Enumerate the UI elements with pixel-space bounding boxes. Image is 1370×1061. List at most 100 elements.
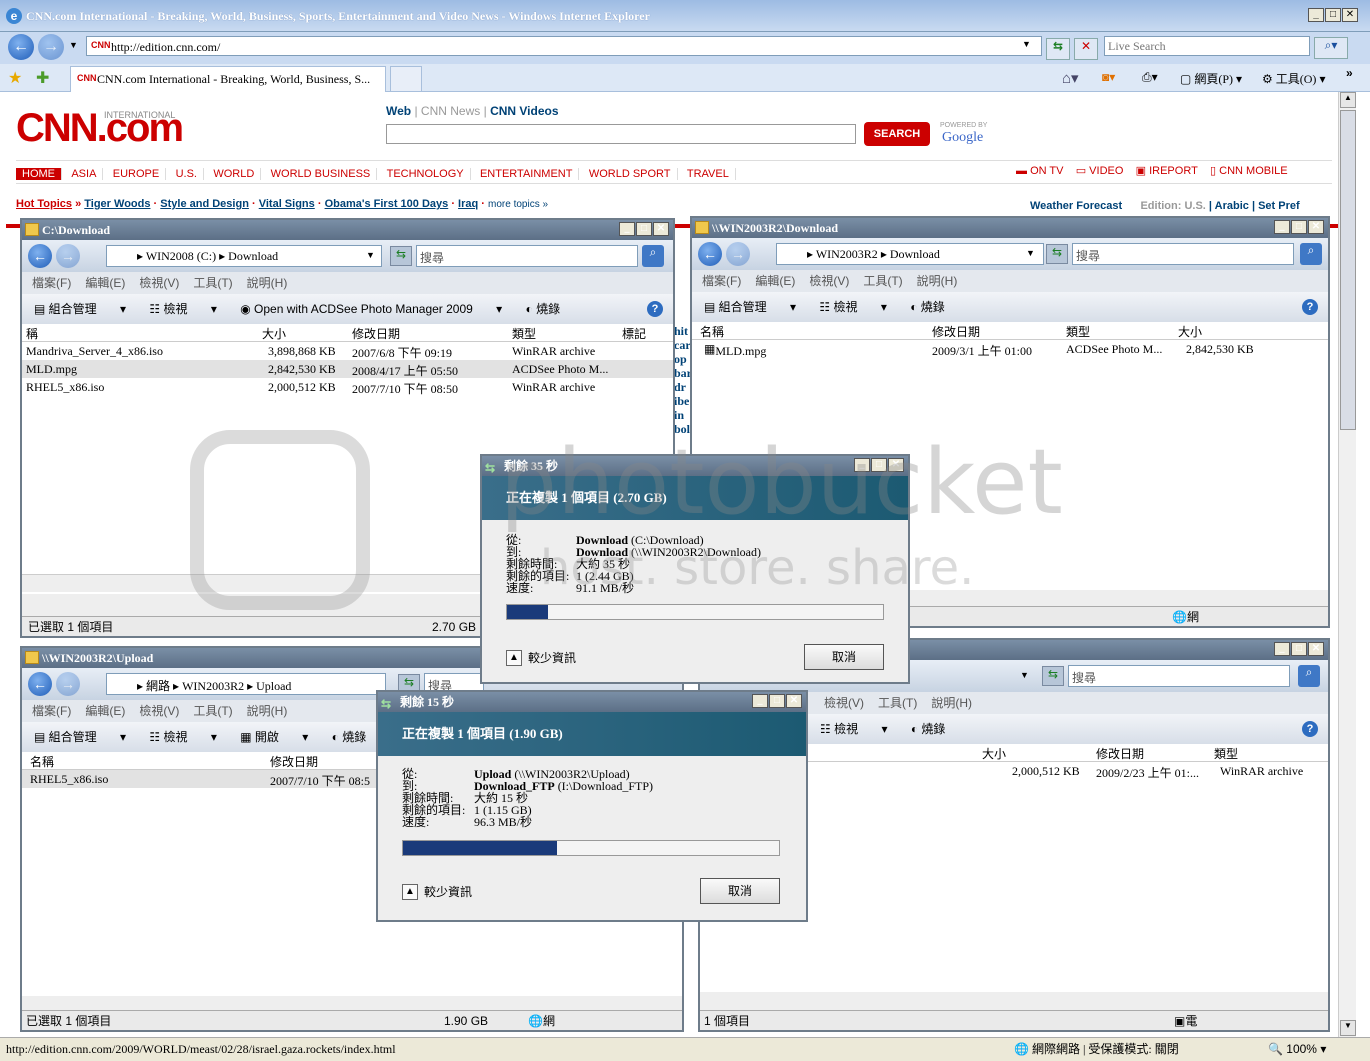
- maximize-button[interactable]: □: [871, 458, 887, 472]
- menu-view[interactable]: 檢視(V): [139, 704, 179, 718]
- back-button[interactable]: ←: [28, 244, 52, 268]
- menu-view[interactable]: 檢視(V): [809, 274, 849, 288]
- edition-link[interactable]: Edition: U.S.: [1140, 200, 1205, 212]
- zoom-control[interactable]: 🔍 100% ▾: [1268, 1038, 1326, 1060]
- menu-view[interactable]: 檢視(V): [139, 276, 179, 290]
- maximize-button[interactable]: □: [1325, 8, 1341, 22]
- live-search-input[interactable]: Live Search: [1104, 36, 1310, 56]
- minimize-button[interactable]: _: [1308, 8, 1324, 22]
- topic-link[interactable]: Style and Design: [160, 198, 249, 210]
- zone-indicator[interactable]: 🌐 網際網路 | 受保護模式: 關閉: [1014, 1038, 1179, 1060]
- menu-help[interactable]: 說明(H): [931, 696, 972, 710]
- minimize-button[interactable]: _: [1274, 220, 1290, 234]
- new-tab-button[interactable]: [390, 66, 422, 92]
- back-button[interactable]: ←: [698, 242, 722, 266]
- nav-on-tv[interactable]: ▬ ON TV: [1016, 165, 1063, 177]
- table-row[interactable]: RHEL5_x86.iso 2,000,512 KB 2007/7/10 下午 08…: [22, 378, 673, 396]
- forward-button[interactable]: →: [726, 242, 750, 266]
- address-bar[interactable]: CNN http://edition.cnn.com/: [86, 36, 1042, 56]
- breadcrumb[interactable]: ▸ 網路 ▸ WIN2003R2 ▸ Upload: [106, 673, 386, 695]
- topic-link[interactable]: Tiger Woods: [84, 198, 150, 210]
- maximize-button[interactable]: □: [1291, 220, 1307, 234]
- col-size[interactable]: 大小: [982, 745, 1006, 762]
- search-tab-web[interactable]: Web: [386, 104, 411, 118]
- cnn-search-button[interactable]: SEARCH: [864, 122, 930, 146]
- maximize-button[interactable]: □: [1291, 642, 1307, 656]
- col-date[interactable]: 修改日期: [270, 753, 318, 770]
- col-date[interactable]: 修改日期: [1096, 745, 1144, 762]
- cancel-button[interactable]: 取消: [700, 878, 780, 904]
- chevron-down-icon[interactable]: ▼: [1026, 248, 1035, 258]
- dialog-title-bar[interactable]: ⇆ 剩餘 35 秒 _ □ ✕: [482, 456, 908, 476]
- organize-button[interactable]: ▤ 組合管理 ▾: [704, 300, 796, 314]
- views-button[interactable]: ☷ 檢視 ▾: [149, 302, 216, 316]
- refresh-icon[interactable]: ⇆: [1046, 244, 1068, 264]
- table-row[interactable]: ▦ MLD.mpg 2009/3/1 上午 01:00 ACDSee Photo M…: [692, 340, 1328, 358]
- menu-view[interactable]: 檢視(V): [824, 696, 864, 710]
- menu-tools[interactable]: 工具(T): [878, 696, 917, 710]
- help-icon[interactable]: ?: [647, 301, 663, 317]
- less-info-toggle[interactable]: 較少資訊: [424, 886, 472, 898]
- menu-edit[interactable]: 編輯(E): [85, 276, 125, 290]
- help-icon[interactable]: ?: [1302, 299, 1318, 315]
- burn-button[interactable]: ◐ 燒錄: [911, 722, 966, 736]
- more-topics-link[interactable]: more topics »: [488, 199, 548, 210]
- nav-video[interactable]: ▭ VIDEO: [1076, 165, 1124, 177]
- menu-help[interactable]: 說明(H): [247, 704, 288, 718]
- topic-link[interactable]: Iraq: [458, 198, 478, 210]
- back-button[interactable]: ←: [28, 672, 52, 696]
- col-date[interactable]: 修改日期: [352, 325, 400, 342]
- window-title-bar[interactable]: \\WIN2003R2\Download _ □ ✕: [692, 218, 1328, 238]
- menu-edit[interactable]: 編輯(E): [85, 704, 125, 718]
- nav-technology[interactable]: TECHNOLOGY: [380, 168, 471, 180]
- cancel-button[interactable]: 取消: [804, 644, 884, 670]
- nav-world-business[interactable]: WORLD BUSINESS: [264, 168, 378, 180]
- nav-us[interactable]: U.S.: [169, 168, 204, 180]
- col-date[interactable]: 修改日期: [932, 323, 980, 340]
- less-info-toggle[interactable]: 較少資訊: [528, 652, 576, 664]
- maximize-button[interactable]: □: [636, 222, 652, 236]
- breadcrumb[interactable]: ▸ WIN2003R2 ▸ Download: [776, 243, 1044, 265]
- search-icon[interactable]: ⌕: [1300, 243, 1322, 265]
- nav-ireport[interactable]: ▣ IREPORT: [1136, 165, 1198, 177]
- forward-button[interactable]: →: [38, 34, 64, 60]
- address-dropdown-icon[interactable]: ▼: [1022, 39, 1031, 49]
- print-icon[interactable]: ⎙▾: [1142, 70, 1158, 85]
- nav-entertainment[interactable]: ENTERTAINMENT: [473, 168, 580, 180]
- menu-tools[interactable]: 工具(T): [193, 704, 232, 718]
- menu-edit[interactable]: 編輯(E): [755, 274, 795, 288]
- nav-world-sport[interactable]: WORLD SPORT: [582, 168, 678, 180]
- home-icon[interactable]: ⌂▾: [1062, 69, 1079, 87]
- nav-world[interactable]: WORLD: [207, 168, 262, 180]
- menu-file[interactable]: 檔案(F): [32, 704, 71, 718]
- topic-link[interactable]: Obama's First 100 Days: [325, 198, 449, 210]
- menu-tools[interactable]: 工具(T): [193, 276, 232, 290]
- views-button[interactable]: ☷ 檢視 ▾: [149, 730, 216, 744]
- forward-button[interactable]: →: [56, 672, 80, 696]
- arabic-link[interactable]: Arabic: [1215, 200, 1249, 212]
- nav-europe[interactable]: EUROPE: [106, 168, 167, 180]
- weather-link[interactable]: Weather Forecast: [1030, 200, 1122, 212]
- col-type[interactable]: 類型: [1066, 323, 1090, 340]
- close-button[interactable]: ✕: [1308, 220, 1324, 234]
- history-dropdown-icon[interactable]: ▼: [69, 40, 78, 50]
- open-button[interactable]: ▦ 開啟 ▾: [240, 730, 308, 744]
- tab-cnn[interactable]: CNN CNN.com International - Breaking, Wo…: [70, 66, 386, 92]
- minimize-button[interactable]: _: [1274, 642, 1290, 656]
- nav-home[interactable]: HOME: [16, 168, 62, 180]
- copy-dialog-download[interactable]: ⇆ 剩餘 35 秒 _ □ ✕ 正在複製 1 個項目 (2.70 GB) 從: 到: 剩…: [480, 454, 910, 684]
- menu-help[interactable]: 說明(H): [247, 276, 288, 290]
- tools-menu[interactable]: ⚙ 工具(O) ▾: [1262, 70, 1325, 87]
- search-tab-videos[interactable]: CNN Videos: [490, 104, 558, 118]
- col-tags[interactable]: 標記: [622, 325, 646, 342]
- burn-button[interactable]: ◐ 燒錄: [910, 300, 965, 314]
- page-menu[interactable]: ▢ 網頁(P) ▾: [1180, 70, 1242, 87]
- topic-link[interactable]: Vital Signs: [259, 198, 315, 210]
- nav-travel[interactable]: TRAVEL: [680, 168, 736, 180]
- col-size[interactable]: 大小: [262, 325, 286, 342]
- close-button[interactable]: ✕: [653, 222, 669, 236]
- help-icon[interactable]: ?: [1302, 721, 1318, 737]
- refresh-icon[interactable]: ⇆: [390, 246, 412, 266]
- col-type[interactable]: 類型: [1214, 745, 1238, 762]
- maximize-button[interactable]: □: [769, 694, 785, 708]
